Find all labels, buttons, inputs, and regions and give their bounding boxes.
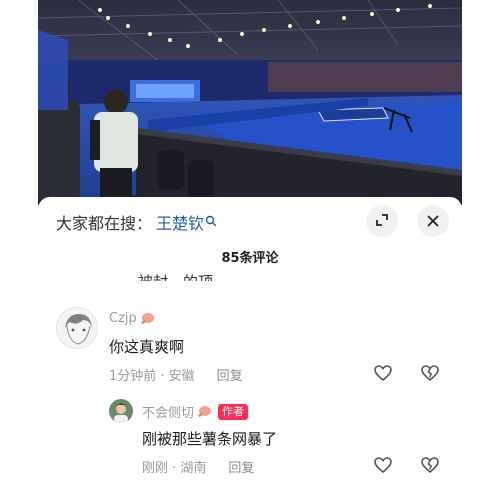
- heart-icon[interactable]: [373, 363, 393, 383]
- comment-time-location: 刚刚 · 湖南: [142, 461, 207, 476]
- close-button[interactable]: [417, 205, 449, 237]
- reply-button[interactable]: 回复: [217, 365, 243, 384]
- avatar[interactable]: [109, 399, 133, 423]
- cut-off-text: 被封…的顶: [138, 271, 213, 281]
- avatar[interactable]: [56, 307, 98, 349]
- comment-username[interactable]: Czjp: [109, 311, 155, 326]
- search-prefix: 大家都在搜：: [56, 214, 153, 233]
- arena-scene: [38, 0, 462, 205]
- username-text: Czjp: [109, 311, 137, 326]
- comment-sheet: 大家都在搜： 王楚钦 85条评论 被封…的顶: [38, 197, 462, 484]
- username-text: 不会侧切: [142, 406, 195, 421]
- broken-heart-icon[interactable]: [420, 455, 440, 475]
- comment-text: 你这真爽啊: [109, 338, 185, 356]
- broken-heart-icon[interactable]: [420, 363, 440, 383]
- comment-meta: 刚刚 · 湖南 回复: [142, 457, 254, 476]
- reply-button[interactable]: 回复: [228, 457, 254, 476]
- expand-button[interactable]: [366, 205, 398, 237]
- video-player[interactable]: [38, 0, 462, 205]
- comment-meta: 1分钟前 · 安徽 回复: [109, 365, 243, 384]
- heart-icon[interactable]: [373, 455, 393, 475]
- close-icon: [427, 212, 439, 231]
- author-badge: 作者: [218, 403, 249, 420]
- comment-username[interactable]: 不会侧切 作者: [142, 402, 249, 421]
- scrolled-comment-text: 被封…的顶: [138, 263, 258, 281]
- search-icon: [205, 212, 217, 227]
- search-term-link[interactable]: 王楚钦: [156, 210, 204, 234]
- comment-time-location: 1分钟前 · 安徽: [109, 369, 195, 384]
- ping-pong-paddle-icon: [139, 312, 155, 326]
- expand-icon: [375, 212, 389, 231]
- ping-pong-paddle-icon: [196, 405, 212, 419]
- search-suggestion[interactable]: 大家都在搜： 王楚钦: [56, 211, 217, 233]
- comment-text: 刚被那些薯条网暴了: [142, 430, 278, 448]
